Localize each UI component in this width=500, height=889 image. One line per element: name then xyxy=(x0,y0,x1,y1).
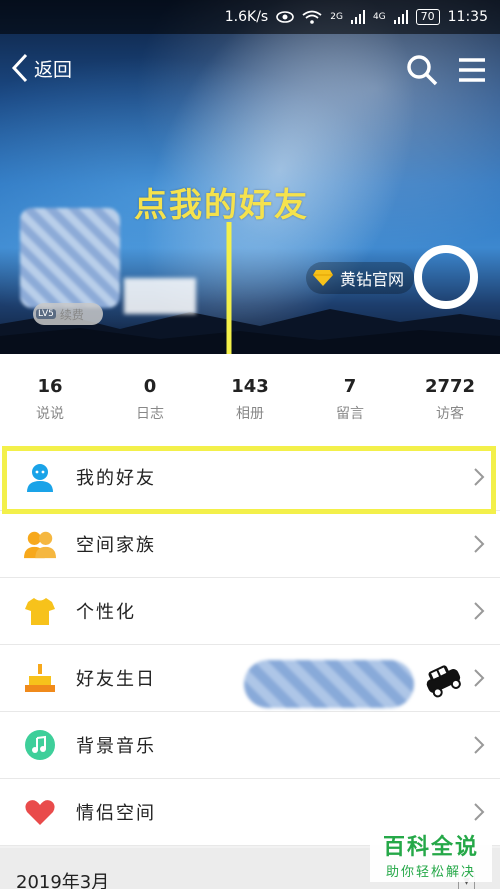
stat-album[interactable]: 143 相册 xyxy=(200,354,300,444)
level-tag: LV5 xyxy=(36,309,56,319)
stat-messages[interactable]: 7 留言 xyxy=(300,354,400,444)
wifi-icon xyxy=(302,10,322,24)
redacted-avatars xyxy=(244,660,414,708)
avatar[interactable] xyxy=(20,208,120,308)
menu-item-music[interactable]: 背景音乐 xyxy=(0,712,500,779)
chevron-right-icon xyxy=(474,602,485,620)
network-type-1: 2G xyxy=(330,12,343,22)
diamond-icon xyxy=(313,270,333,286)
level-badge[interactable]: LV5 续费 xyxy=(33,303,103,325)
heart-icon xyxy=(24,796,56,828)
car-icon xyxy=(426,665,461,698)
stats-bar: 16 说说 0 日志 143 相册 7 留言 2772 访客 xyxy=(0,354,500,444)
battery-indicator: 70 xyxy=(415,9,440,25)
chevron-left-icon xyxy=(11,53,28,83)
stat-label: 日志 xyxy=(136,405,164,422)
stat-label: 相册 xyxy=(236,405,264,422)
stat-number: 7 xyxy=(343,375,357,397)
annotation-title: 点我的好友 xyxy=(134,185,309,224)
menu-item-label: 好友生日 xyxy=(76,669,156,690)
group-icon xyxy=(24,528,56,560)
clock: 11:35 xyxy=(447,9,488,25)
menu-item-family[interactable]: 空间家族 xyxy=(0,511,500,578)
stat-shuoshuo[interactable]: 16 说说 xyxy=(0,354,100,444)
chevron-right-icon xyxy=(474,669,485,687)
stat-number: 16 xyxy=(37,375,63,397)
stat-number: 143 xyxy=(231,375,269,397)
menu-item-label: 个性化 xyxy=(76,602,136,623)
nickname-redacted xyxy=(124,278,196,314)
site-watermark: 百科全说 助你轻松解决 xyxy=(370,826,492,882)
eye-icon xyxy=(276,11,295,23)
watermark-title: 百科全说 xyxy=(382,834,479,860)
highlight-frame xyxy=(2,446,496,514)
cake-icon xyxy=(24,662,56,694)
renew-label: 续费 xyxy=(59,307,84,322)
tshirt-icon xyxy=(24,595,56,627)
nav-bar: 返回 xyxy=(0,44,500,94)
menu-item-personalize[interactable]: 个性化 xyxy=(0,578,500,645)
chevron-right-icon xyxy=(474,535,485,553)
chevron-right-icon xyxy=(474,736,485,754)
stat-diary[interactable]: 0 日志 xyxy=(100,354,200,444)
search-icon[interactable] xyxy=(404,52,440,88)
stat-label: 留言 xyxy=(336,405,364,422)
stat-visitors[interactable]: 2772 访客 xyxy=(400,354,500,444)
menu-item-label: 背景音乐 xyxy=(76,736,156,757)
stat-number: 0 xyxy=(143,375,157,397)
stat-number: 2772 xyxy=(424,375,476,397)
back-button[interactable]: 返回 xyxy=(10,52,72,84)
vip-button[interactable]: 黄钻官网 xyxy=(306,262,414,294)
signal-icon-2 xyxy=(393,10,408,24)
menu-item-label: 情侣空间 xyxy=(76,803,156,824)
chevron-right-icon xyxy=(474,803,485,821)
signal-icon-1 xyxy=(350,10,365,24)
network-type-2: 4G xyxy=(372,12,386,22)
menu-icon[interactable] xyxy=(454,52,490,88)
ring-button[interactable] xyxy=(414,245,478,309)
stat-label: 访客 xyxy=(436,405,464,422)
status-bar: 1.6K/s 2G 4G 70 11:35 xyxy=(0,0,500,34)
network-speed: 1.6K/s xyxy=(224,9,269,25)
stat-label: 说说 xyxy=(36,405,64,422)
menu-item-label: 空间家族 xyxy=(76,535,156,556)
vip-label: 黄钻官网 xyxy=(340,270,405,289)
watermark-subtitle: 助你轻松解决 xyxy=(385,864,476,880)
back-label: 返回 xyxy=(34,58,73,81)
music-icon xyxy=(24,729,56,761)
feed-date: 2019年3月 xyxy=(16,872,110,889)
